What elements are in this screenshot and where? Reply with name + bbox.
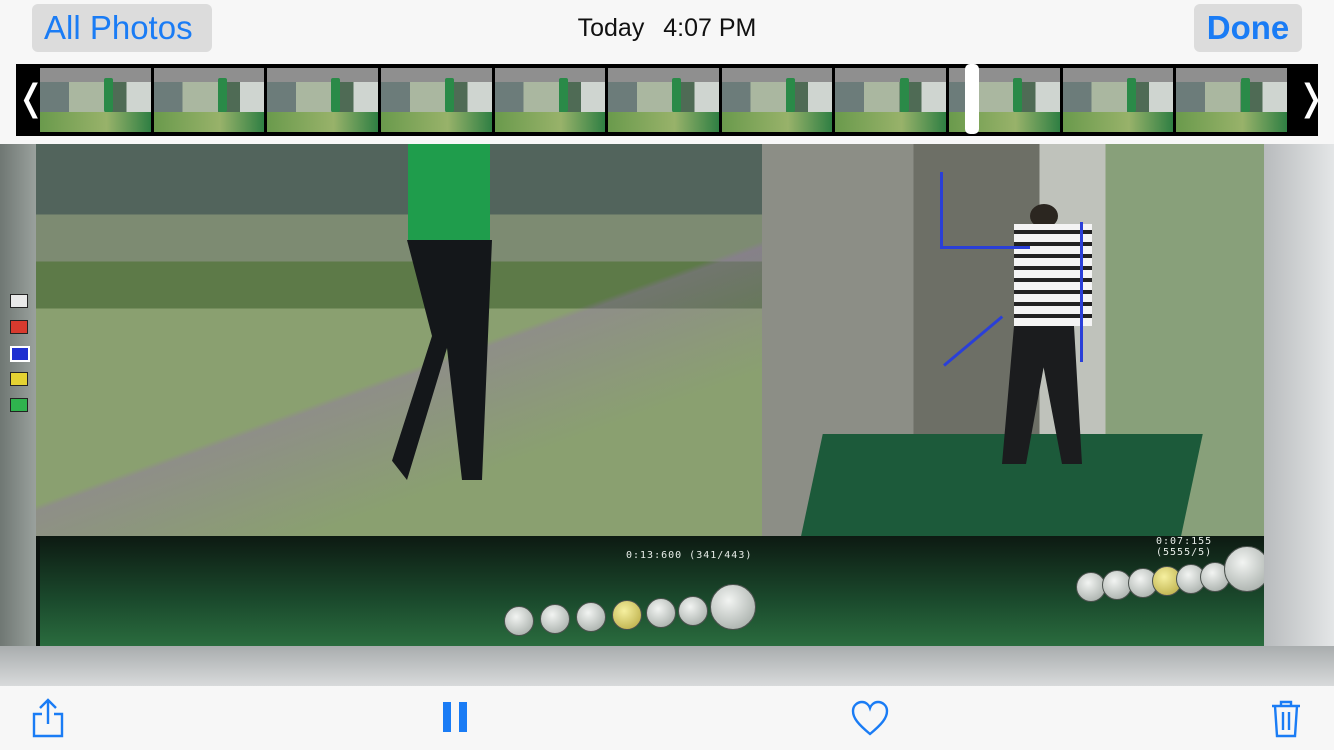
trash-icon[interactable] bbox=[1264, 696, 1308, 740]
frame-thumbnail[interactable] bbox=[1062, 68, 1174, 132]
pause-button-left bbox=[612, 600, 642, 630]
rewind-button-left bbox=[504, 606, 534, 636]
frame-thumbnail[interactable] bbox=[721, 68, 833, 132]
color-swatch-white bbox=[10, 294, 28, 308]
color-swatch-blue bbox=[10, 346, 30, 362]
color-swatch-yellow bbox=[10, 372, 28, 386]
heart-icon[interactable] bbox=[848, 696, 892, 740]
frame-thumbnail[interactable] bbox=[40, 68, 151, 132]
annotation-toolbar bbox=[0, 144, 36, 664]
analysis-line-vertical bbox=[940, 172, 943, 248]
playhead[interactable] bbox=[965, 64, 979, 134]
prev-button-left bbox=[540, 604, 570, 634]
play-button-left bbox=[710, 584, 756, 630]
next-button-left bbox=[678, 596, 708, 626]
monitor-bezel-right bbox=[1264, 144, 1334, 686]
trim-handle-right[interactable]: ❭ bbox=[1296, 64, 1326, 136]
video-frame[interactable]: 0:13:600 (341/443) 0:07:155 (5555/5) bbox=[0, 144, 1334, 686]
done-button[interactable]: Done bbox=[1194, 4, 1302, 52]
analysis-line-spine bbox=[1080, 222, 1083, 362]
frame-strip[interactable] bbox=[40, 68, 1290, 132]
frame-thumbnail[interactable] bbox=[608, 68, 719, 132]
share-icon[interactable] bbox=[26, 696, 70, 740]
navigation-bar: All Photos Today 4:07 PM Done bbox=[0, 0, 1334, 62]
analysis-line-horizontal bbox=[940, 246, 1030, 249]
pause-icon[interactable] bbox=[434, 696, 478, 740]
golfer-left bbox=[372, 144, 502, 484]
bottom-toolbar bbox=[0, 686, 1334, 750]
frame-thumbnail[interactable] bbox=[153, 68, 265, 132]
frame-thumbnail[interactable] bbox=[835, 68, 947, 132]
nav-title: Today 4:07 PM bbox=[0, 14, 1334, 43]
nav-title-time: 4:07 PM bbox=[663, 14, 757, 42]
color-swatch-red bbox=[10, 320, 28, 334]
frame-thumbnail[interactable] bbox=[1176, 68, 1288, 132]
frame-thumbnail[interactable] bbox=[380, 68, 492, 132]
nav-title-day: Today bbox=[577, 14, 645, 42]
monitor-screen: 0:13:600 (341/443) 0:07:155 (5555/5) bbox=[0, 144, 1310, 684]
video-scrubber[interactable]: ❬ ❭ bbox=[16, 64, 1326, 136]
monitor-bezel-bottom bbox=[0, 646, 1334, 686]
left-timecode: 0:13:600 (341/443) bbox=[626, 550, 753, 561]
trim-handle-left[interactable]: ❬ bbox=[16, 64, 46, 136]
step-forward-button-left bbox=[646, 598, 676, 628]
step-back-button-left bbox=[576, 602, 606, 632]
color-swatch-green bbox=[10, 398, 28, 412]
frame-thumbnail[interactable] bbox=[494, 68, 606, 132]
player-controls: 0:13:600 (341/443) 0:07:155 (5555/5) bbox=[40, 536, 1270, 646]
frame-thumbnail[interactable] bbox=[267, 68, 378, 132]
